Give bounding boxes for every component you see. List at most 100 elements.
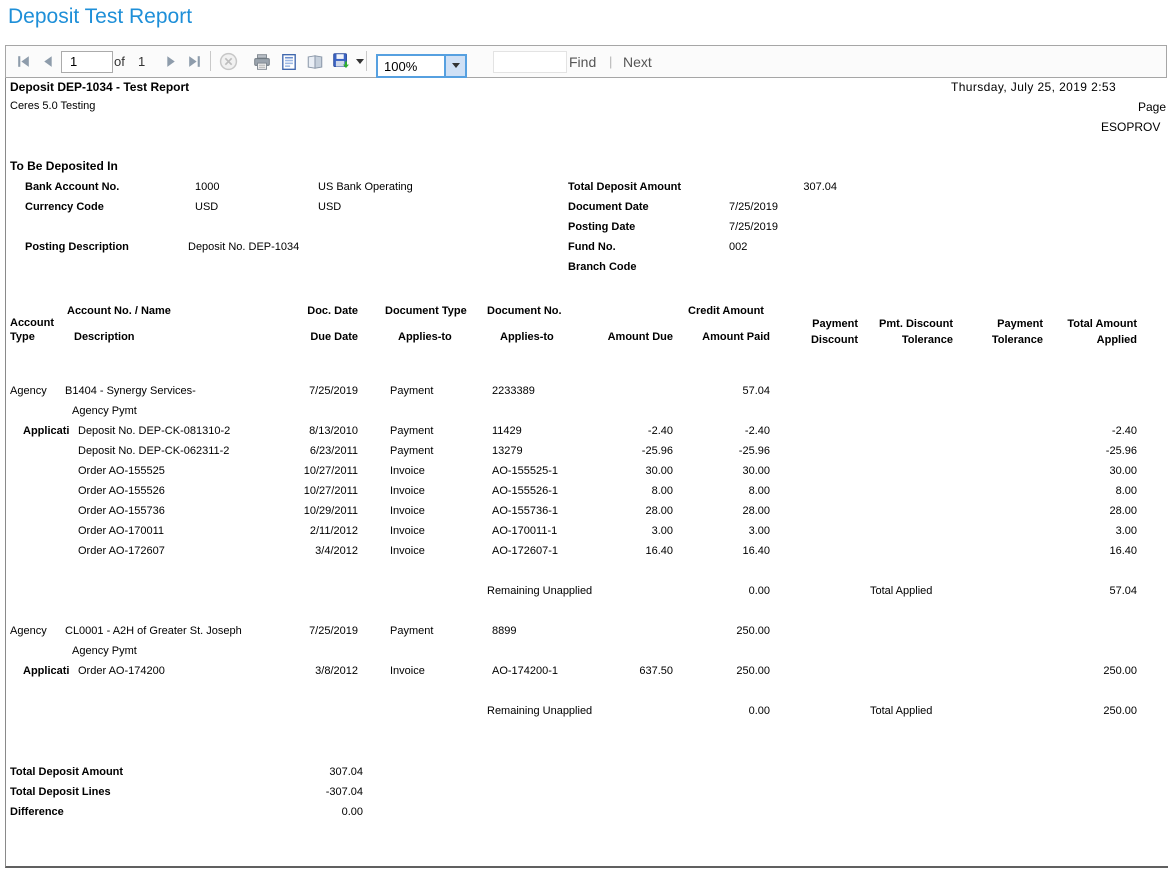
account-description: Agency Pymt	[72, 645, 137, 657]
line-description: Deposit No. DEP-CK-062311-2	[78, 445, 229, 457]
total-deposit-amount: 307.04	[729, 181, 837, 193]
zoom-dropdown-button[interactable]	[444, 56, 465, 76]
previous-page-button[interactable]	[40, 46, 57, 77]
doc-no: 2233389	[492, 385, 535, 397]
bank-account-label: Bank Account No.	[25, 181, 119, 193]
find-next-button[interactable]: Next	[623, 46, 652, 77]
line-description: Deposit No. DEP-CK-081310-2	[78, 425, 230, 437]
page-setup-icon	[306, 53, 324, 71]
currency-label: Currency Code	[25, 201, 104, 213]
search-field[interactable]	[493, 46, 567, 77]
remaining-unapplied-value: 0.00	[668, 585, 770, 597]
report-title: Deposit DEP-1034 - Test Report	[10, 80, 189, 94]
header-total-amount-applied-2: Applied	[1035, 334, 1137, 346]
account-name: B1404 - Synergy Services-	[65, 385, 196, 397]
first-page-button[interactable]	[15, 46, 32, 77]
header-account-type-1: Account	[10, 317, 54, 329]
report-company: Ceres 5.0 Testing	[10, 100, 95, 112]
total-deposit-lines-value: -307.04	[261, 786, 363, 798]
amount-paid: 250.00	[668, 665, 770, 677]
line-description: Order AO-170011	[78, 525, 164, 537]
total-amount-applied: 8.00	[1035, 485, 1137, 497]
doc-date: 7/25/2019	[256, 625, 358, 637]
due-date: 10/29/2011	[256, 505, 358, 517]
applies-to-no: AO-155736-1	[492, 505, 558, 517]
amount-due: -2.40	[571, 425, 673, 437]
header-due-date: Due Date	[256, 331, 358, 343]
amount-paid: 250.00	[668, 625, 770, 637]
account-description: Agency Pymt	[72, 405, 137, 417]
amount-paid: 16.40	[668, 545, 770, 557]
total-pages-label: 1	[138, 46, 145, 77]
current-page-field[interactable]	[61, 46, 113, 77]
search-input[interactable]	[493, 51, 567, 73]
header-name: Account No. / Name	[67, 305, 171, 317]
applies-to-type: Invoice	[390, 505, 425, 517]
print-button[interactable]	[253, 46, 271, 77]
header-amount-due: Amount Due	[571, 331, 673, 343]
zoom-combobox[interactable]: 100%	[376, 50, 467, 81]
zoom-value[interactable]: 100%	[378, 56, 444, 76]
total-amount-applied: -25.96	[1035, 445, 1137, 457]
header-document-type: Document Type	[385, 305, 467, 317]
currency-code-2: USD	[318, 201, 341, 213]
print-layout-button[interactable]	[280, 46, 298, 77]
amount-paid: 8.00	[668, 485, 770, 497]
applies-to-no: 11429	[492, 425, 522, 437]
next-page-button[interactable]	[162, 46, 179, 77]
previous-page-icon	[40, 53, 57, 70]
line-description: Order AO-172607	[78, 545, 165, 557]
report-toolbar: of 1	[5, 45, 1167, 78]
export-dropdown-icon[interactable]	[356, 59, 364, 64]
header-account-type-2: Type	[10, 331, 35, 343]
account-type: Agency	[10, 385, 47, 397]
header-pmt-discount-tolerance-2: Tolerance	[851, 334, 953, 346]
first-page-icon	[15, 53, 32, 70]
currency-code: USD	[195, 201, 218, 213]
total-amount-applied: 16.40	[1035, 545, 1137, 557]
branch-code-label: Branch Code	[568, 261, 636, 273]
page-setup-button[interactable]	[306, 46, 324, 77]
toolbar-separator	[366, 51, 367, 71]
document-date: 7/25/2019	[729, 201, 778, 213]
applies-to-type: Invoice	[390, 545, 425, 557]
amount-due: 28.00	[571, 505, 673, 517]
header-payment-discount-1: Payment	[756, 318, 858, 330]
header-document-no: Document No.	[487, 305, 562, 317]
header-applies-to-no: Applies-to	[500, 331, 554, 343]
export-button[interactable]	[332, 46, 364, 77]
applies-to-type: Invoice	[390, 465, 425, 477]
header-payment-tolerance-2: Tolerance	[941, 334, 1043, 346]
amount-due: 637.50	[571, 665, 673, 677]
due-date: 2/11/2012	[256, 525, 358, 537]
total-applied-value: 57.04	[1035, 585, 1137, 597]
amount-due: -25.96	[571, 445, 673, 457]
fund-no: 002	[729, 241, 747, 253]
last-page-icon	[186, 53, 203, 70]
amount-due: 3.00	[571, 525, 673, 537]
header-total-amount-applied-1: Total Amount	[1035, 318, 1137, 330]
fund-no-label: Fund No.	[568, 241, 616, 253]
header-applies-to-type: Applies-to	[398, 331, 452, 343]
doc-no: 8899	[492, 625, 516, 637]
applies-to-no: AO-174200-1	[492, 665, 558, 677]
document-date-label: Document Date	[568, 201, 649, 213]
difference-label: Difference	[10, 806, 64, 818]
header-doc-date: Doc. Date	[256, 305, 358, 317]
total-deposit-lines-label: Total Deposit Lines	[10, 786, 111, 798]
posting-date-label: Posting Date	[568, 221, 635, 233]
page-title: Deposit Test Report	[8, 5, 192, 29]
total-applied-label: Total Applied	[870, 705, 932, 717]
last-page-button[interactable]	[186, 46, 203, 77]
applies-to-type: Payment	[390, 445, 433, 457]
header-pmt-discount-tolerance-1: Pmt. Discount	[851, 318, 953, 330]
find-button[interactable]: Find	[569, 46, 596, 77]
cancel-rendering-button	[219, 46, 238, 77]
amount-paid: 30.00	[668, 465, 770, 477]
remaining-unapplied-value: 0.00	[668, 705, 770, 717]
current-page-input[interactable]	[61, 51, 113, 73]
line-description: Order AO-174200	[78, 665, 165, 677]
applies-to-type: Payment	[390, 425, 433, 437]
print-icon	[253, 53, 271, 71]
account-type: Agency	[10, 625, 47, 637]
